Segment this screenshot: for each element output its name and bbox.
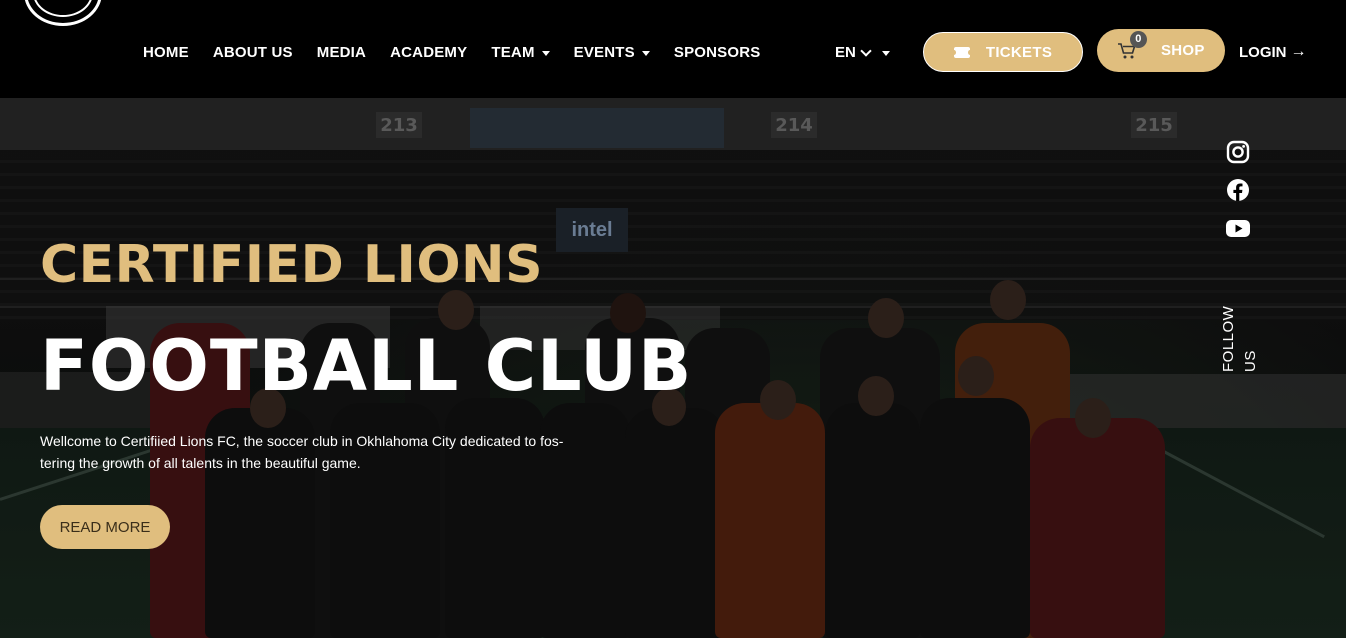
club-logo[interactable] <box>24 0 102 26</box>
caret-down-icon <box>641 50 650 56</box>
cart-count-badge: 0 <box>1130 30 1147 48</box>
arrow-right-icon: → <box>1290 43 1307 60</box>
ticket-icon <box>951 46 972 58</box>
tickets-button[interactable]: TICKETS <box>923 32 1083 72</box>
caret-down-icon <box>881 50 890 56</box>
language-selector[interactable]: EN <box>835 44 890 61</box>
nav-item-home[interactable]: HOME <box>143 44 189 61</box>
chevron-down-icon <box>860 44 872 57</box>
nav-item-sponsors[interactable]: SPONSORS <box>674 44 761 61</box>
youtube-icon[interactable] <box>1225 215 1251 241</box>
instagram-icon[interactable] <box>1225 139 1251 165</box>
nav-item-team[interactable]: TEAM <box>491 44 550 61</box>
facebook-icon[interactable] <box>1225 177 1251 203</box>
nav-item-media[interactable]: MEDIA <box>317 44 366 61</box>
login-label: LOGIN <box>1239 43 1287 61</box>
login-link[interactable]: LOGIN → <box>1239 43 1307 61</box>
nav-item-academy[interactable]: ACADEMY <box>390 44 467 61</box>
hero-description: Wellcome to Certifiied Lions FC, the soc… <box>40 433 564 471</box>
caret-down-icon <box>541 50 550 56</box>
follow-us-label: FOLLOW US <box>1220 305 1259 372</box>
tickets-label: TICKETS <box>985 43 1053 61</box>
nav-item-events[interactable]: EVENTS <box>574 44 650 61</box>
shop-label: SHOP <box>1161 42 1205 59</box>
language-label: EN <box>835 44 856 61</box>
shop-button[interactable]: 0 SHOP <box>1097 29 1225 72</box>
cart-icon: 0 <box>1117 30 1147 60</box>
hero-subtitle: CERTIFIED LIONS <box>40 235 544 295</box>
nav-item-about-us[interactable]: ABOUT US <box>213 44 293 61</box>
read-more-button[interactable]: READ MORE <box>40 505 170 549</box>
main-nav: HOME ABOUT US MEDIA ACADEMY TEAM EVENTS … <box>143 44 784 61</box>
site-header: HOME ABOUT US MEDIA ACADEMY TEAM EVENTS … <box>0 0 1346 98</box>
hero-title: FOOTBALL CLUB <box>40 325 693 407</box>
